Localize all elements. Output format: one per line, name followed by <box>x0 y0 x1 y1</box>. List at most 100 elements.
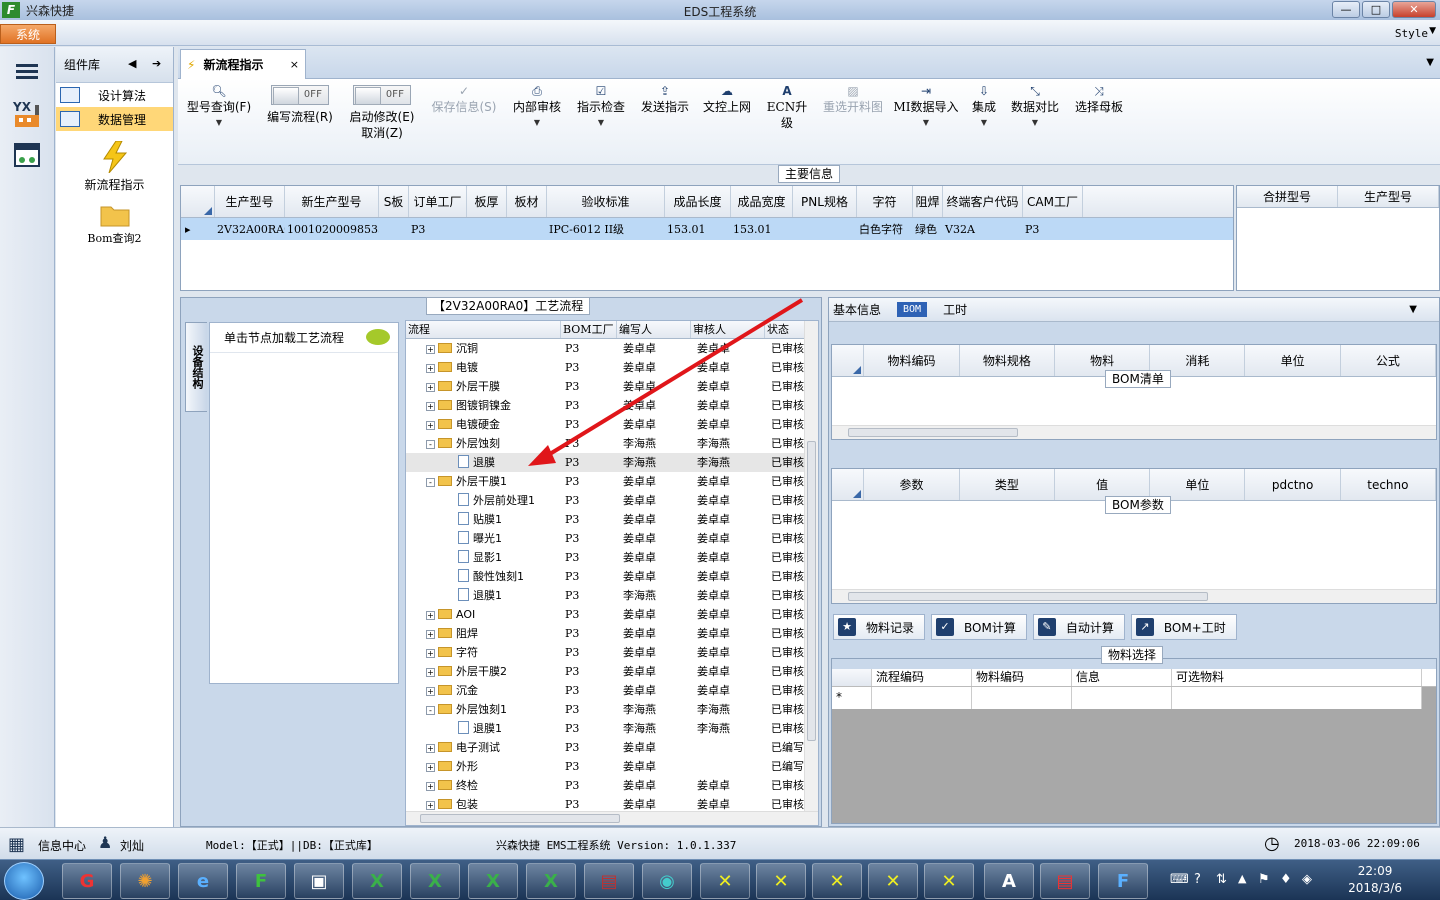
ecn-upgrade-button[interactable]: A ECN升级 <box>762 83 812 131</box>
grid-corner[interactable] <box>832 469 865 500</box>
column-header[interactable]: 流程 <box>406 321 561 338</box>
edit-flow-switch[interactable]: OFF <box>271 85 329 105</box>
eye-icon[interactable]: ◉ <box>642 863 692 899</box>
eds-app-icon[interactable]: F <box>236 863 286 899</box>
taskbar-clock[interactable]: 22:09 2018/3/6 <box>1348 863 1402 897</box>
tree-row[interactable]: + 沉金 P3 姜卓卓 姜卓卓 已审核 <box>406 681 818 700</box>
grid-corner[interactable] <box>832 669 872 686</box>
expand-toggle-icon[interactable]: + <box>426 687 435 696</box>
tree-row[interactable]: + 图镀铜镍金 P3 姜卓卓 姜卓卓 已审核 <box>406 396 818 415</box>
start-button-icon[interactable] <box>4 862 44 900</box>
table-cell[interactable]: 153.01 <box>731 218 793 240</box>
expand-toggle-icon[interactable]: + <box>426 421 435 430</box>
column-header[interactable]: 公式 <box>1341 345 1437 376</box>
tab-hours[interactable]: 工时 <box>943 301 967 318</box>
tree-row[interactable]: 退膜 P3 李海燕 李海燕 已审核 <box>406 453 818 472</box>
table-cell[interactable]: P3 <box>1023 218 1083 240</box>
lib-item-new-flow[interactable]: 新流程指示 <box>56 140 173 193</box>
ie-icon[interactable]: e <box>178 863 228 899</box>
app-g-icon[interactable]: G <box>62 863 112 899</box>
bom-param-hscrollbar[interactable] <box>832 589 1436 603</box>
expand-toggle-icon[interactable]: + <box>426 383 435 392</box>
column-header[interactable]: 参数 <box>864 469 960 500</box>
mi-import-button[interactable]: ⇥ MI数据导入 ▼ <box>892 83 960 131</box>
table-row[interactable]: ▸ 2V32A00RA0 10010200098535 P3 IPC-6012 … <box>181 218 1233 240</box>
column-header[interactable]: BOM工厂 <box>561 321 617 338</box>
tree-row[interactable]: - 外层干膜1 P3 姜卓卓 姜卓卓 已审核 <box>406 472 818 491</box>
dropdown-caret-icon[interactable]: ▼ <box>892 115 960 131</box>
reselect-panel-button[interactable]: ▨ 重选开料图 <box>818 83 888 115</box>
expand-toggle-icon[interactable]: - <box>426 478 435 487</box>
tab-list-dropdown-icon[interactable]: ▼ <box>1426 57 1434 68</box>
calendar-icon[interactable] <box>9 137 45 173</box>
lib-item-bom-query[interactable]: Bom查询2 <box>56 203 173 246</box>
enable-modify-switch[interactable]: OFF <box>353 85 411 105</box>
table-cell[interactable]: 绿色 <box>913 218 943 240</box>
column-header[interactable]: 生产型号 <box>1338 186 1439 207</box>
pdf-icon[interactable]: ▤ <box>1040 863 1090 899</box>
help-icon[interactable]: ? <box>1194 872 1201 887</box>
column-header[interactable]: 字符 <box>857 186 913 217</box>
edit-flow-toggle[interactable]: OFF 编写流程(R) <box>260 83 340 125</box>
column-header[interactable]: techno <box>1341 469 1437 500</box>
menu-icon[interactable] <box>9 53 45 89</box>
table-cell[interactable] <box>1072 687 1172 709</box>
tree-row[interactable]: 退膜1 P3 李海燕 李海燕 已审核 <box>406 719 818 738</box>
bom-calc-button[interactable]: ✓ BOM计算 <box>931 614 1027 640</box>
table-cell[interactable]: 白色字符 <box>857 218 913 240</box>
tree-row[interactable]: 外层前处理1 P3 姜卓卓 姜卓卓 已审核 <box>406 491 818 510</box>
tab-basic-info[interactable]: 基本信息 <box>833 301 881 318</box>
tab-new-flow[interactable]: ⚡ 新流程指示 × <box>180 49 306 79</box>
xmind-icon[interactable]: ✕ <box>756 863 806 899</box>
expand-toggle-icon[interactable]: - <box>426 440 435 449</box>
tree-row[interactable]: + 电镀 P3 姜卓卓 姜卓卓 已审核 <box>406 358 818 377</box>
collapse-left-icon[interactable]: ◀ <box>128 57 136 70</box>
expand-toggle-icon[interactable]: + <box>426 402 435 411</box>
bom-hours-button[interactable]: ↗ BOM+工时 <box>1130 614 1237 640</box>
doc-online-button[interactable]: ☁ 文控上网 <box>700 83 754 115</box>
bom-list-hscrollbar[interactable] <box>832 425 1436 439</box>
tree-row[interactable]: 曝光1 P3 姜卓卓 姜卓卓 已审核 <box>406 529 818 548</box>
send-instruct-button[interactable]: ⇪ 发送指示 <box>638 83 692 115</box>
column-header[interactable]: 终端客户代码 <box>943 186 1023 217</box>
tree-row[interactable]: 贴膜1 P3 姜卓卓 姜卓卓 已审核 <box>406 510 818 529</box>
instruct-check-button[interactable]: ☑ 指示检查 ▼ <box>574 83 628 131</box>
select-master-button[interactable]: ⤨ 选择母板 <box>1072 83 1126 115</box>
lib-item-design-algorithm[interactable]: 设计算法 <box>56 83 173 107</box>
model-query-button[interactable]: 🔍︎ 型号查询(F) ▼ <box>184 83 254 131</box>
column-header[interactable]: 物料编码 <box>864 345 960 376</box>
tree-row[interactable]: - 外层蚀刻1 P3 李海燕 李海燕 已审核 <box>406 700 818 719</box>
excel-icon[interactable]: X <box>352 863 402 899</box>
minimize-button[interactable]: — <box>1332 1 1360 18</box>
table-cell[interactable]: 153.01 <box>665 218 731 240</box>
column-header[interactable]: 单位 <box>1245 345 1341 376</box>
column-header[interactable]: 订单工厂 <box>409 186 467 217</box>
expand-toggle-icon[interactable]: + <box>426 649 435 658</box>
material-record-button[interactable]: ★ 物料记录 <box>833 614 926 640</box>
column-header[interactable]: pdctno <box>1245 469 1341 500</box>
style-menu[interactable]: Style <box>1395 27 1428 40</box>
expand-toggle-icon[interactable]: + <box>426 611 435 620</box>
tree-row[interactable]: 显影1 P3 姜卓卓 姜卓卓 已审核 <box>406 548 818 567</box>
enable-modify-toggle[interactable]: OFF 启动修改(E) 取消(Z) <box>346 83 418 141</box>
table-cell[interactable] <box>872 687 972 709</box>
table-cell[interactable]: 2V32A00RA0 <box>215 218 285 240</box>
column-header[interactable]: 板厚 <box>467 186 507 217</box>
hint-header[interactable]: 单击节点加载工艺流程 <box>210 323 398 353</box>
close-button[interactable]: ✕ <box>1392 1 1436 18</box>
table-cell[interactable]: V32A <box>943 218 1023 240</box>
expand-toggle-icon[interactable]: + <box>426 630 435 639</box>
column-header[interactable]: 信息 <box>1072 669 1172 686</box>
cancel-button[interactable]: 取消(Z) <box>346 125 418 141</box>
expand-toggle-icon[interactable]: + <box>426 782 435 791</box>
column-header[interactable]: S板 <box>379 186 409 217</box>
tree-row[interactable]: + 外层干膜 P3 姜卓卓 姜卓卓 已审核 <box>406 377 818 396</box>
tree-row[interactable]: 退膜1 P3 李海燕 姜卓卓 已审核 <box>406 586 818 605</box>
tray-expand-icon[interactable]: ▲ <box>1238 872 1246 885</box>
side-tab-equipment[interactable]: 设备结构 <box>185 322 207 412</box>
column-header[interactable]: 审核人 <box>691 321 765 338</box>
table-cell[interactable] <box>507 218 547 240</box>
column-header[interactable]: 成品长度 <box>665 186 731 217</box>
tree-horizontal-scrollbar[interactable] <box>406 811 818 825</box>
internal-review-button[interactable]: ⎙ 内部审核 ▼ <box>510 83 564 131</box>
